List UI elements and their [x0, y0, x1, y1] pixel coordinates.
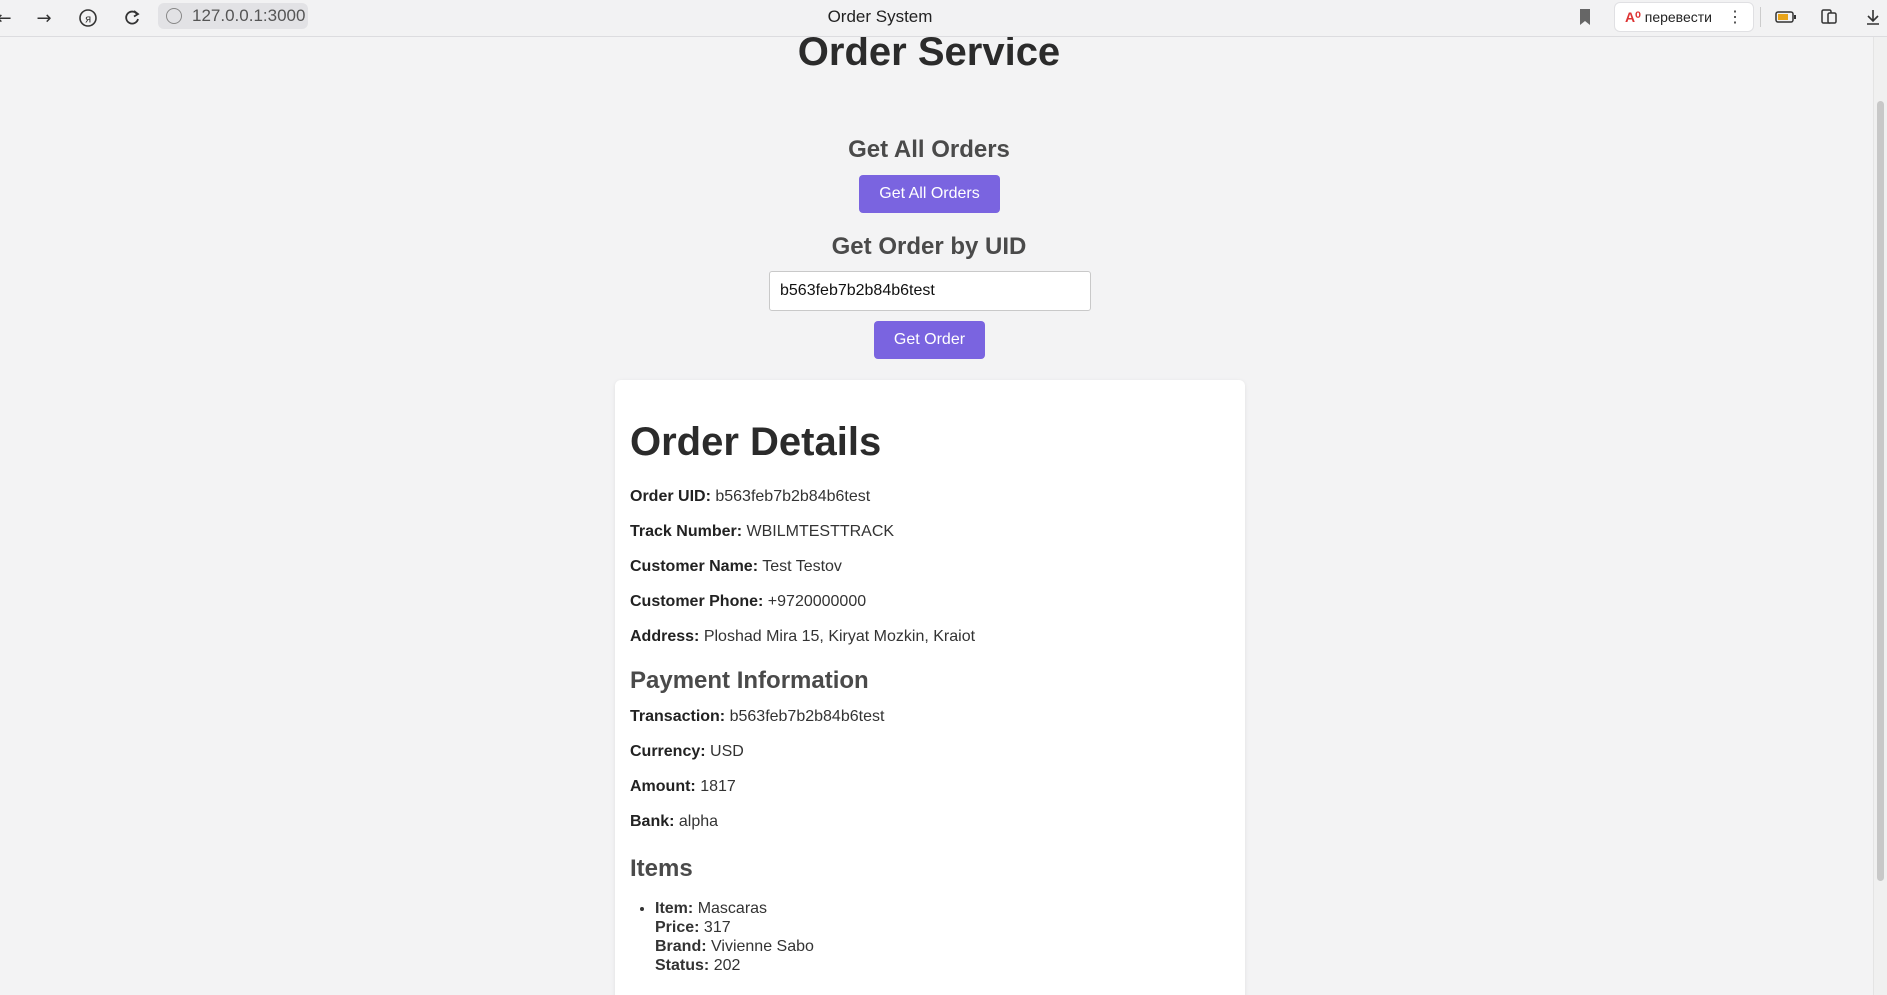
- field-label: Bank:: [630, 813, 675, 830]
- field-label: Order UID:: [630, 488, 711, 505]
- item-brand-row: Brand: Vivienne Sabo: [655, 937, 814, 956]
- currency-field: Currency: USD: [630, 743, 744, 761]
- field-label: Transaction:: [630, 708, 726, 725]
- field-label: Currency:: [630, 743, 706, 760]
- toolbar-divider: [1760, 7, 1761, 27]
- item-name-row: Item: Mascaras: [655, 899, 814, 918]
- page-content: Order Service Get All Orders Get All Ord…: [0, 37, 1874, 995]
- scrollbar-thumb[interactable]: [1877, 101, 1884, 881]
- translate-label: перевести: [1644, 9, 1712, 25]
- more-menu-icon[interactable]: ⋮: [1727, 7, 1743, 27]
- bank-field: Bank: alpha: [630, 813, 718, 831]
- field-label: Address:: [630, 628, 700, 645]
- payment-information-heading: Payment Information: [630, 667, 869, 694]
- transaction-field: Transaction: b563feb7b2b84b6test: [630, 708, 884, 726]
- price-value: 317: [703, 919, 731, 936]
- items-heading: Items: [630, 855, 693, 882]
- order-details-card: Order Details Order UID: b563feb7b2b84b6…: [615, 380, 1245, 995]
- order-uid-field: Order UID: b563feb7b2b84b6test: [630, 488, 870, 506]
- battery-icon[interactable]: [1775, 7, 1797, 27]
- field-label: Amount:: [630, 778, 696, 795]
- get-all-orders-heading: Get All Orders: [848, 136, 1010, 163]
- item-price-row: Price: 317: [655, 918, 814, 937]
- get-all-orders-button[interactable]: Get All Orders: [859, 175, 1000, 213]
- bookmark-icon[interactable]: [1578, 8, 1592, 26]
- field-label: Customer Name:: [630, 558, 759, 575]
- field-value: 1817: [700, 778, 736, 795]
- page-scrollbar[interactable]: [1873, 37, 1887, 995]
- field-value: USD: [710, 743, 744, 760]
- order-details-heading: Order Details: [630, 420, 882, 464]
- field-value: b563feb7b2b84b6test: [729, 708, 885, 725]
- page-title: Order Service: [797, 37, 1061, 74]
- list-item: Item: Mascaras Price: 317 Brand: Vivienn…: [655, 899, 814, 975]
- translate-icon: A⁰: [1625, 8, 1641, 25]
- field-value: +9720000000: [767, 593, 867, 610]
- get-order-by-uid-heading: Get Order by UID: [831, 233, 1027, 260]
- item-label: Item:: [655, 900, 694, 917]
- customer-phone-field: Customer Phone: +9720000000: [630, 593, 866, 611]
- extensions-icon[interactable]: [1818, 7, 1840, 27]
- track-number-field: Track Number: WBILMTESTTRACK: [630, 523, 894, 541]
- brand-value: Vivienne Sabo: [711, 938, 814, 955]
- status-label: Status:: [655, 957, 710, 974]
- get-order-button[interactable]: Get Order: [874, 321, 985, 359]
- field-value: b563feb7b2b84b6test: [715, 488, 871, 505]
- translate-button[interactable]: A⁰ перевести ⋮: [1614, 2, 1754, 32]
- status-value: 202: [713, 957, 741, 974]
- download-icon[interactable]: [1862, 7, 1884, 27]
- browser-toolbar: ← → я 127.0.0.1:3000 Order System A⁰ пер…: [0, 0, 1887, 37]
- field-label: Customer Phone:: [630, 593, 764, 610]
- field-value: Ploshad Mira 15, Kiryat Mozkin, Kraiot: [703, 628, 976, 645]
- item-value: Mascaras: [697, 900, 768, 917]
- tab-title: Order System: [827, 7, 933, 26]
- brand-label: Brand:: [655, 938, 707, 955]
- field-value: Test Testov: [762, 558, 842, 575]
- field-value: alpha: [678, 813, 719, 830]
- uid-input[interactable]: [769, 271, 1091, 311]
- item-status-row: Status: 202: [655, 956, 814, 975]
- field-value: WBILMTESTTRACK: [746, 523, 895, 540]
- items-list: Item: Mascaras Price: 317 Brand: Vivienn…: [655, 899, 814, 975]
- amount-field: Amount: 1817: [630, 778, 736, 796]
- address-field: Address: Ploshad Mira 15, Kiryat Mozkin,…: [630, 628, 975, 646]
- price-label: Price:: [655, 919, 700, 936]
- field-label: Track Number:: [630, 523, 743, 540]
- customer-name-field: Customer Name: Test Testov: [630, 558, 842, 576]
